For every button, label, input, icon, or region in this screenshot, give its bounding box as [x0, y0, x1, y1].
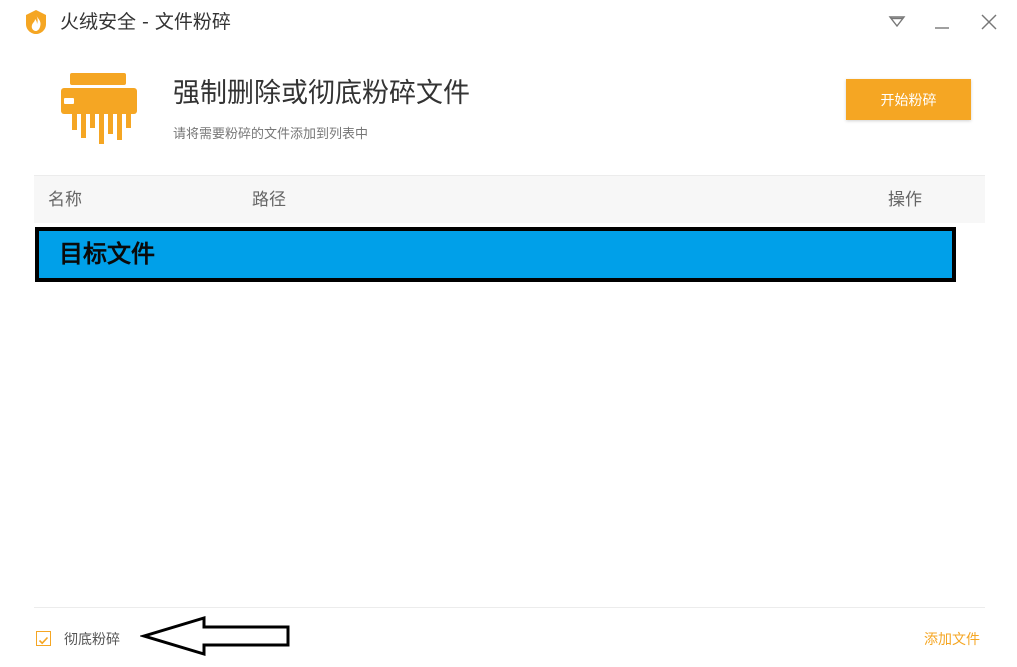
thorough-shred-label[interactable]: 彻底粉碎 [64, 630, 120, 650]
column-header-name: 名称 [48, 190, 82, 210]
table-header: 名称 路径 操作 [34, 175, 985, 223]
title-bar: 火绒安全 - 文件粉碎 [0, 0, 1017, 44]
huorong-flame-icon [26, 10, 46, 34]
minimize-icon[interactable] [929, 9, 955, 35]
page-title: 强制删除或彻底粉碎文件 [173, 78, 470, 109]
menu-dropdown-icon[interactable] [884, 9, 910, 35]
close-icon[interactable] [976, 9, 1002, 35]
page-subtitle: 请将需要粉碎的文件添加到列表中 [173, 127, 369, 142]
file-list-table: 名称 路径 操作 目标文件 [34, 175, 985, 607]
target-file-highlight: 目标文件 [35, 227, 956, 282]
add-file-link[interactable]: 添加文件 [924, 630, 980, 650]
left-arrow-outline-icon [140, 615, 290, 657]
footer-divider [34, 607, 985, 608]
window-title: 火绒安全 - 文件粉碎 [60, 11, 231, 33]
target-file-label: 目标文件 [59, 240, 155, 268]
start-shred-button[interactable]: 开始粉碎 [846, 79, 971, 120]
thorough-shred-checkbox[interactable] [36, 631, 51, 646]
column-header-actions: 操作 [888, 190, 922, 210]
checkmark-icon [38, 636, 49, 645]
column-header-path: 路径 [252, 190, 286, 210]
shredder-icon [61, 73, 137, 144]
